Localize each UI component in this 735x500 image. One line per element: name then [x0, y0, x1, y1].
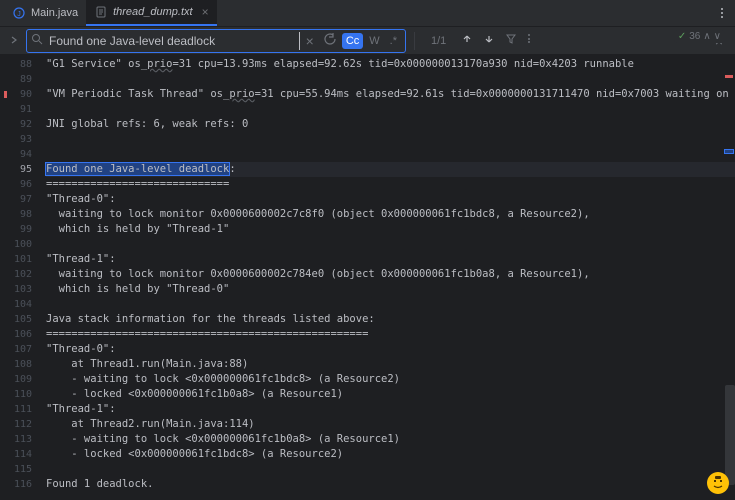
code-line: Java stack information for the threads l…	[46, 312, 735, 327]
words-toggle[interactable]: W	[365, 33, 383, 49]
find-bar: × Cc W .* 1/1 ×	[0, 27, 735, 55]
line-number: 110	[4, 387, 32, 402]
close-tab-icon[interactable]: ×	[202, 5, 209, 19]
find-nav	[458, 32, 534, 49]
code-line: waiting to lock monitor 0x0000600002c7c8…	[46, 207, 735, 222]
line-number: 100	[4, 237, 32, 252]
line-number: 94	[4, 147, 32, 162]
line-number: 93	[4, 132, 32, 147]
line-number: 89	[4, 72, 32, 87]
line-number: 109	[4, 372, 32, 387]
code-line: waiting to lock monitor 0x0000600002c784…	[46, 267, 735, 282]
code-line: "Thread-0":	[46, 192, 735, 207]
find-marker[interactable]	[725, 150, 733, 153]
code-line: - waiting to lock <0x000000061fc1b0a8> (…	[46, 432, 735, 447]
inspections-badge[interactable]: ✓ 36 ∧ ∨	[674, 30, 725, 43]
line-number: 105	[4, 312, 32, 327]
tab-main-java[interactable]: J Main.java	[4, 0, 86, 26]
code-area[interactable]: "G1 Service" os_prio=31 cpu=13.93ms elap…	[40, 55, 735, 500]
filter-icon[interactable]	[502, 32, 520, 49]
line-number: 92	[4, 117, 32, 132]
code-line	[46, 297, 735, 312]
line-number: 98	[4, 207, 32, 222]
chevron-down-icon[interactable]: ∨	[714, 31, 721, 42]
tab-thread-dump[interactable]: thread_dump.txt ×	[86, 0, 217, 26]
tab-overflow-menu[interactable]	[717, 4, 727, 22]
code-line: "Thread-1":	[46, 252, 735, 267]
code-line: "Thread-1":	[46, 402, 735, 417]
line-number: 91	[4, 102, 32, 117]
gutter: 8889909192939495969798991001011021031041…	[0, 55, 40, 500]
code-line: at Thread2.run(Main.java:114)	[46, 417, 735, 432]
match-case-toggle[interactable]: Cc	[342, 33, 363, 49]
text-file-icon	[94, 5, 108, 19]
warning-count: 36	[689, 31, 700, 42]
assistant-badge-icon[interactable]	[707, 472, 729, 494]
code-line: - locked <0x000000061fc1bdc8> (a Resourc…	[46, 447, 735, 462]
checkmark-icon: ✓	[678, 31, 686, 42]
line-number: 104	[4, 297, 32, 312]
search-icon	[31, 33, 43, 48]
search-match: Found one Java-level deadlock	[46, 163, 229, 175]
expand-replace-icon[interactable]	[6, 35, 22, 47]
code-line: - locked <0x000000061fc1b0a8> (a Resourc…	[46, 387, 735, 402]
code-line: at Thread1.run(Main.java:88)	[46, 357, 735, 372]
line-number: 101	[4, 252, 32, 267]
line-number: 97	[4, 192, 32, 207]
line-number: 106	[4, 327, 32, 342]
code-line: Found one Java-level deadlock:	[46, 162, 735, 177]
code-line	[46, 132, 735, 147]
search-field-container: × Cc W .*	[26, 29, 406, 53]
find-more-icon[interactable]	[524, 32, 534, 49]
result-count: 1/1	[423, 35, 454, 47]
line-number: 103	[4, 282, 32, 297]
chevron-up-icon[interactable]: ∧	[703, 31, 710, 42]
line-number: 107	[4, 342, 32, 357]
tab-label: Main.java	[31, 7, 78, 19]
line-number: 90	[4, 87, 32, 102]
line-number: 108	[4, 357, 32, 372]
prev-match-icon[interactable]	[458, 32, 476, 49]
code-line: "VM Periodic Task Thread" os_prio=31 cpu…	[46, 87, 735, 102]
code-line: - waiting to lock <0x000000061fc1bdc8> (…	[46, 372, 735, 387]
error-marker[interactable]	[725, 75, 733, 78]
svg-text:J: J	[17, 11, 21, 18]
next-match-icon[interactable]	[480, 32, 498, 49]
line-number: 112	[4, 417, 32, 432]
line-number: 99	[4, 222, 32, 237]
divider	[414, 32, 415, 50]
line-number: 115	[4, 462, 32, 477]
search-input[interactable]	[45, 32, 300, 50]
editor-tabs: J Main.java thread_dump.txt ×	[0, 0, 735, 27]
line-number: 96	[4, 177, 32, 192]
search-history-icon[interactable]	[320, 31, 340, 50]
code-line	[46, 147, 735, 162]
editor-area: 8889909192939495969798991001011021031041…	[0, 55, 735, 500]
code-line	[46, 237, 735, 252]
line-number: 116	[4, 477, 32, 492]
code-line	[46, 462, 735, 477]
code-line: Found 1 deadlock.	[46, 477, 735, 492]
scrollbar-thumb[interactable]	[725, 385, 735, 485]
code-line	[46, 102, 735, 117]
code-line: "G1 Service" os_prio=31 cpu=13.93ms elap…	[46, 57, 735, 72]
scrollbar-track[interactable]	[723, 55, 735, 500]
code-line: which is held by "Thread-1"	[46, 222, 735, 237]
line-number: 114	[4, 447, 32, 462]
code-line: ========================================…	[46, 327, 735, 342]
code-line	[46, 72, 735, 87]
code-line: which is held by "Thread-0"	[46, 282, 735, 297]
code-line: "Thread-0":	[46, 342, 735, 357]
line-number: 113	[4, 432, 32, 447]
code-line: JNI global refs: 6, weak refs: 0	[46, 117, 735, 132]
line-number: 95	[4, 162, 32, 177]
line-number: 102	[4, 267, 32, 282]
line-number: 88	[4, 57, 32, 72]
java-icon: J	[12, 6, 26, 20]
tab-label: thread_dump.txt	[113, 6, 193, 18]
code-line: =============================	[46, 177, 735, 192]
clear-search-icon[interactable]: ×	[302, 31, 318, 51]
line-number: 111	[4, 402, 32, 417]
regex-toggle[interactable]: .*	[386, 33, 401, 49]
